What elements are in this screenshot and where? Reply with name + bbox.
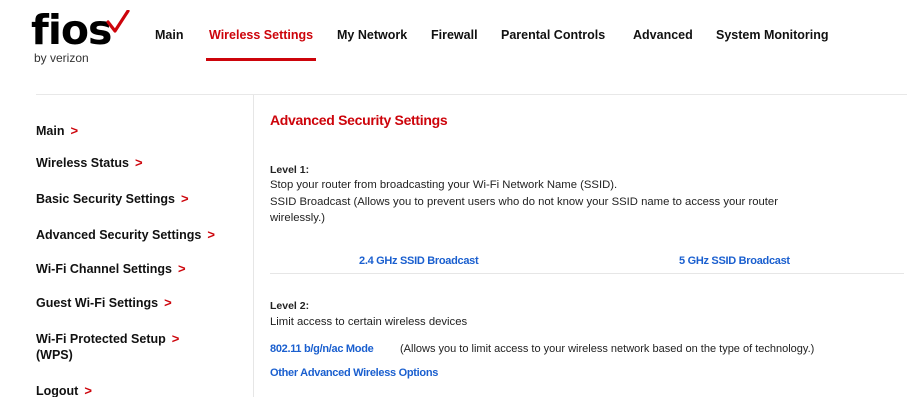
logo-tagline: by verizon [34, 51, 89, 65]
chevron-right-icon: > [178, 261, 186, 276]
topnav-parental-controls[interactable]: Parental Controls [501, 28, 605, 42]
sidebar-item-wps[interactable]: Wi-Fi Protected Setup > (WPS) [36, 331, 226, 363]
wireless-mode-note: (Allows you to limit access to your wire… [400, 343, 815, 355]
topnav-wireless-settings[interactable]: Wireless Settings [209, 28, 313, 42]
level1-heading: Level 1: [270, 164, 310, 176]
level1-ssid-note: SSID Broadcast (Allows you to prevent us… [270, 196, 778, 208]
wireless-mode-link[interactable]: 802.11 b/g/n/ac Mode [270, 343, 374, 355]
sidebar-item-label: Wi-Fi Protected Setup [36, 332, 166, 346]
sidebar-item-label: Logout [36, 384, 79, 397]
sidebar-item-label: Advanced Security Settings [36, 228, 202, 242]
fios-logo: fios by verizon [31, 8, 131, 68]
chevron-right-icon: > [180, 191, 189, 206]
chevron-right-icon: > [171, 331, 180, 346]
topnav-system-monitoring[interactable]: System Monitoring [716, 28, 829, 42]
chevron-right-icon: > [164, 295, 172, 310]
level2-heading: Level 2: [270, 300, 310, 312]
sidebar-item-label: Guest Wi-Fi Settings [36, 296, 159, 310]
topnav-firewall[interactable]: Firewall [431, 28, 478, 42]
sidebar-item-basic-security[interactable]: Basic Security Settings > [36, 191, 189, 207]
chevron-right-icon: > [207, 227, 215, 242]
chevron-right-icon: > [134, 155, 143, 170]
ssid-broadcast-24ghz-link[interactable]: 2.4 GHz SSID Broadcast [359, 255, 479, 267]
logo-wordmark: fios [31, 6, 112, 54]
topnav-main[interactable]: Main [155, 28, 183, 42]
sidebar-item-guest-wifi[interactable]: Guest Wi-Fi Settings > [36, 295, 172, 311]
sidebar-item-wireless-status[interactable]: Wireless Status > [36, 155, 143, 171]
sidebar-item-advanced-security[interactable]: Advanced Security Settings > [36, 227, 215, 243]
sidebar-item-label-line2: (WPS) [36, 348, 73, 362]
sidebar-item-logout[interactable]: Logout > [36, 383, 92, 397]
sidebar-item-label: Wireless Status [36, 156, 129, 170]
section-divider [270, 273, 904, 274]
sidebar: Main > Wireless Status > Basic Security Se… [36, 95, 254, 397]
chevron-right-icon: > [70, 123, 79, 138]
level1-description: Stop your router from broadcasting your … [270, 179, 618, 191]
sidebar-item-label: Wi-Fi Channel Settings [36, 262, 172, 276]
checkmark-icon [106, 10, 130, 33]
chevron-right-icon: > [84, 383, 92, 397]
topnav-my-network[interactable]: My Network [337, 28, 407, 42]
sidebar-item-label: Main [36, 124, 65, 138]
sidebar-item-label: Basic Security Settings [36, 192, 175, 206]
ssid-broadcast-5ghz-link[interactable]: 5 GHz SSID Broadcast [679, 255, 790, 267]
sidebar-item-main[interactable]: Main > [36, 123, 78, 139]
main-content: Advanced Security Settings Level 1: Stop… [270, 95, 907, 397]
level2-description: Limit access to certain wireless devices [270, 316, 468, 328]
page-title: Advanced Security Settings [270, 112, 448, 128]
sidebar-item-wifi-channel[interactable]: Wi-Fi Channel Settings > [36, 261, 186, 277]
level1-ssid-note-cont: wirelessly.) [270, 212, 326, 224]
other-advanced-options-link[interactable]: Other Advanced Wireless Options [270, 367, 438, 379]
active-tab-underline [206, 58, 316, 61]
topnav-advanced[interactable]: Advanced [633, 28, 693, 42]
